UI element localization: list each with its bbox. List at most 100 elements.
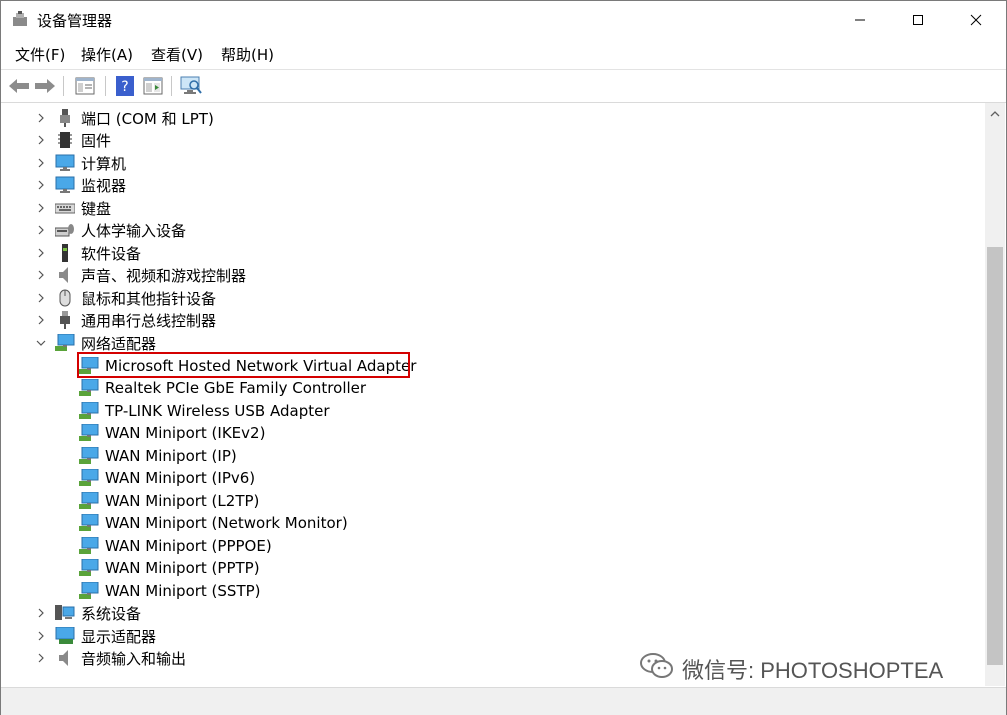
tree-category-mice[interactable]: 鼠标和其他指针设备 [35, 287, 216, 309]
tree-category-computer[interactable]: 计算机 [35, 152, 126, 174]
forward-icon [35, 79, 55, 93]
minimize-button[interactable] [831, 1, 889, 39]
chevron-right-icon[interactable] [35, 314, 47, 326]
status-bar [1, 687, 1006, 715]
svg-text:?: ? [121, 79, 128, 95]
tree-device-item[interactable]: WAN Miniport (PPPOE) [79, 535, 272, 557]
menu-help[interactable]: 帮助(H) [221, 44, 274, 65]
chevron-right-icon[interactable] [35, 179, 47, 191]
toolbar-separator [105, 76, 106, 96]
tree-category-usb[interactable]: 通用串行总线控制器 [35, 309, 216, 331]
scan-hardware-button[interactable] [179, 74, 203, 98]
mouse-icon [55, 289, 75, 307]
chevron-right-icon[interactable] [35, 202, 47, 214]
monitor-icon [55, 176, 75, 194]
tree-category-ports[interactable]: 端口 (COM 和 LPT) [35, 107, 214, 129]
tree-device-label: WAN Miniport (L2TP) [105, 492, 260, 510]
tree-device-item[interactable]: WAN Miniport (SSTP) [79, 580, 261, 602]
menu-bar: 文件(F) 操作(A) 查看(V) 帮助(H) [1, 41, 1006, 67]
tree-category-keyboards[interactable]: 键盘 [35, 197, 111, 219]
tree-category-monitors[interactable]: 监视器 [35, 174, 126, 196]
tree-device-item[interactable]: WAN Miniport (PPTP) [79, 557, 260, 579]
chevron-down-icon[interactable] [35, 337, 47, 349]
tree-device-item[interactable]: TP-LINK Wireless USB Adapter [79, 400, 330, 422]
tree-category-system-devices[interactable]: 系统设备 [35, 602, 141, 624]
speaker-icon [55, 266, 75, 284]
chevron-right-icon[interactable] [35, 269, 47, 281]
vertical-scrollbar[interactable] [985, 103, 1005, 686]
forward-button[interactable] [33, 74, 57, 98]
window-title: 设备管理器 [37, 12, 113, 30]
chevron-right-icon[interactable] [35, 630, 47, 642]
tree-device-item[interactable]: Realtek PCIe GbE Family Controller [79, 377, 366, 399]
tree-category-label: 固件 [81, 131, 112, 150]
tree-category-label: 声音、视频和游戏控制器 [81, 266, 247, 285]
audio-io-icon [55, 649, 75, 667]
network-adapter-icon [55, 334, 75, 352]
network-adapter-icon [79, 469, 99, 487]
chevron-right-icon[interactable] [35, 112, 47, 124]
network-adapter-icon [79, 559, 99, 577]
tree-device-item[interactable]: WAN Miniport (IP) [79, 445, 237, 467]
tree-category-display-adapters[interactable]: 显示适配器 [35, 625, 156, 647]
tree-category-network-adapters[interactable]: 网络适配器 [35, 332, 156, 354]
maximize-icon [913, 15, 923, 25]
menu-action[interactable]: 操作(A) [81, 44, 133, 65]
back-button[interactable] [7, 74, 31, 98]
tree-device-label: WAN Miniport (Network Monitor) [105, 514, 348, 532]
watermark-text: 微信号: PHOTOSHOPTEA [682, 658, 944, 683]
tree-category-sound[interactable]: 声音、视频和游戏控制器 [35, 264, 246, 286]
tree-device-label: WAN Miniport (PPPOE) [105, 537, 272, 555]
close-icon [970, 14, 982, 26]
tree-device-label: WAN Miniport (SSTP) [105, 582, 261, 600]
port-icon [55, 109, 75, 127]
properties-button[interactable] [73, 74, 97, 98]
tree-category-label: 软件设备 [81, 244, 142, 263]
network-adapter-icon [79, 514, 99, 532]
system-device-icon [55, 604, 75, 622]
tree-device-item[interactable]: WAN Miniport (L2TP) [79, 490, 259, 512]
chevron-right-icon[interactable] [35, 157, 47, 169]
title-bar: 设备管理器 [1, 1, 1006, 39]
display-adapter-icon [55, 627, 75, 645]
network-adapter-icon [79, 379, 99, 397]
toolbar-separator [171, 76, 172, 96]
minimize-icon [855, 19, 865, 21]
tree-device-label: Realtek PCIe GbE Family Controller [105, 379, 367, 397]
tree-device-item[interactable]: WAN Miniport (IPv6) [79, 467, 255, 489]
help-button[interactable]: ? [113, 74, 137, 98]
wechat-icon [640, 652, 674, 686]
tree-device-item[interactable]: WAN Miniport (IKEv2) [79, 422, 265, 444]
scrollbar-thumb[interactable] [987, 247, 1003, 665]
show-hide-button[interactable] [141, 74, 165, 98]
scan-hardware-icon [180, 76, 202, 94]
chevron-right-icon[interactable] [35, 247, 47, 259]
network-adapter-icon [79, 447, 99, 465]
network-adapter-icon [79, 582, 99, 600]
chevron-right-icon[interactable] [35, 652, 47, 664]
maximize-button[interactable] [889, 1, 947, 39]
chevron-right-icon[interactable] [35, 292, 47, 304]
tree-category-audio-io[interactable]: 音频输入和输出 [35, 647, 186, 669]
menu-view[interactable]: 查看(V) [151, 44, 203, 65]
device-manager-app-icon [12, 11, 28, 27]
tree-device-label: WAN Miniport (PPTP) [105, 559, 260, 577]
tree-category-label: 网络适配器 [81, 334, 157, 353]
close-button[interactable] [947, 1, 1005, 39]
chevron-right-icon[interactable] [35, 134, 47, 146]
tree-category-software-devices[interactable]: 软件设备 [35, 242, 141, 264]
computer-icon [55, 154, 75, 172]
menu-file[interactable]: 文件(F) [15, 44, 65, 65]
chevron-right-icon[interactable] [35, 607, 47, 619]
hid-icon [55, 221, 75, 239]
tree-category-label: 人体学输入设备 [81, 221, 187, 240]
toolbar: ? [1, 69, 1006, 103]
tree-category-firmware[interactable]: 固件 [35, 129, 111, 151]
tree-category-label: 音频输入和输出 [81, 649, 187, 668]
tree-device-item[interactable]: WAN Miniport (Network Monitor) [79, 512, 348, 534]
network-adapter-icon [79, 402, 99, 420]
chevron-right-icon[interactable] [35, 224, 47, 236]
scroll-up-button[interactable] [985, 105, 1005, 122]
properties-icon [75, 77, 95, 95]
tree-category-hid[interactable]: 人体学输入设备 [35, 219, 186, 241]
